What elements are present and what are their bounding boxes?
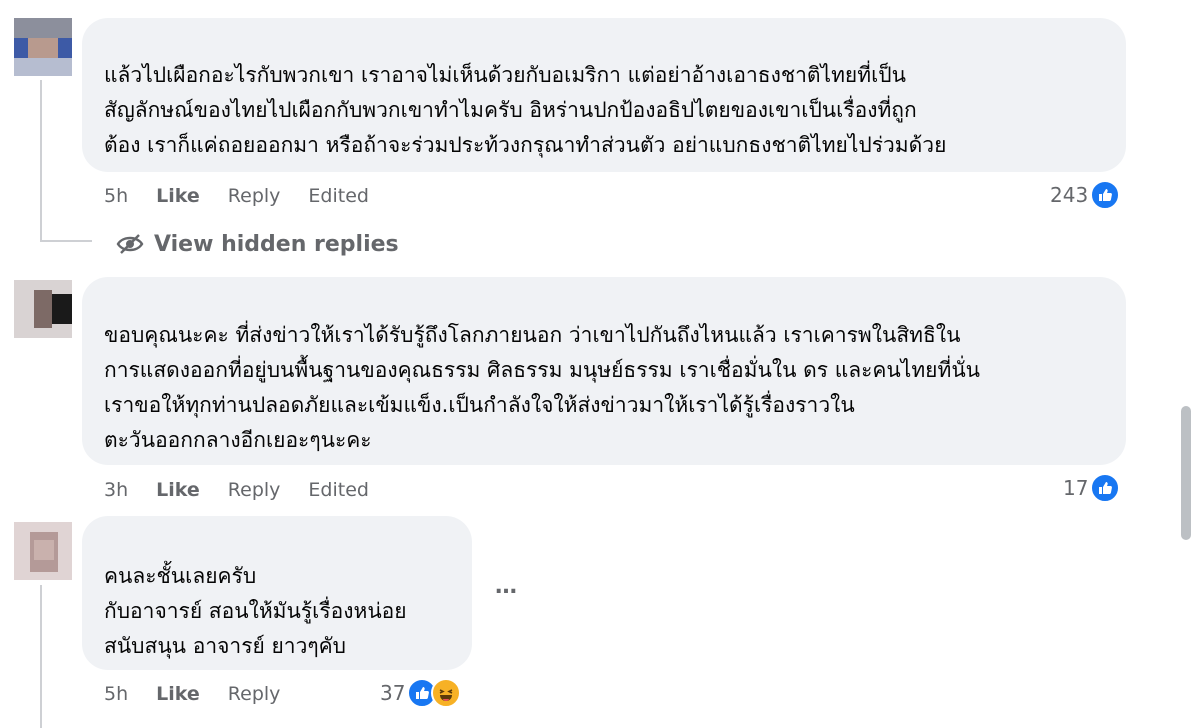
reaction-summary[interactable]: 17 [1063,472,1121,504]
like-button[interactable]: Like [156,683,200,705]
reply-button[interactable]: Reply [228,185,281,207]
reaction-count: 37 [380,681,406,705]
avatar[interactable] [14,280,72,338]
avatar[interactable] [14,18,72,76]
like-icon [1090,473,1121,503]
scrollbar[interactable] [1181,406,1191,540]
timestamp[interactable]: 5h [104,185,128,207]
reply-button[interactable]: Reply [228,479,281,501]
comment-text-line: สัญลักษณ์ของไทยไปเผือกกับพวกเขาทำไมครับ … [104,98,917,122]
reaction-summary[interactable]: 37 [380,677,462,709]
comment-text-line: ขอบคุณนะคะ ที่ส่งข่าวให้เราได้รับรู้ถึงโ… [104,323,961,347]
thread-line [40,240,92,242]
haha-icon [431,678,462,708]
view-hidden-replies-button[interactable]: View hidden replies [116,226,399,262]
reply-button[interactable]: Reply [228,683,281,705]
comment-actions: 5h Like Reply [104,680,308,708]
comment-actions: 3h Like Reply Edited [104,476,397,504]
edited-label[interactable]: Edited [308,479,369,501]
eye-hidden-icon [116,234,144,254]
comment-text-line: ตะวันออกกลางอีกเยอะๆนะคะ [104,428,372,452]
edited-label[interactable]: Edited [308,185,369,207]
comment-text-line: การแสดงออกที่อยู่บนพื้นฐานของคุณธรรม ศิล… [104,358,981,382]
comment-bubble: ขอบคุณนะคะ ที่ส่งข่าวให้เราได้รับรู้ถึงโ… [82,277,1126,465]
more-options-button[interactable]: … [490,576,522,605]
comment-actions: 5h Like Reply Edited [104,182,397,210]
thread-line [40,80,42,240]
timestamp[interactable]: 5h [104,683,128,705]
comment-bubble: แล้วไปเผือกอะไรกับพวกเขา เราอาจไม่เห็นด้… [82,18,1126,172]
comment-bubble: คนละชั้นเลยครับ กับอาจารย์ สอนให้มันรู้เ… [82,516,472,670]
timestamp[interactable]: 3h [104,479,128,501]
like-button[interactable]: Like [156,479,200,501]
comment-text-line: คนละชั้นเลยครับ [104,564,257,588]
reaction-count: 17 [1063,476,1089,500]
like-icon [1090,180,1121,210]
view-hidden-replies-label: View hidden replies [154,231,399,257]
comment-text-line: ต้อง เราก็แค่ถอยออกมา หรือถ้าจะร่วมประท้… [104,133,947,157]
thread-line [40,585,42,728]
comment-text-line: กับอาจารย์ สอนให้มันรู้เรื่องหน่อย [104,599,407,623]
comment-text-line: เราขอให้ทุกท่านปลอดภัยและเข้มแข็ง.เป็นกำ… [104,393,855,417]
comment-text-line: แล้วไปเผือกอะไรกับพวกเขา เราอาจไม่เห็นด้… [104,63,906,87]
comment-text-line: สนับสนุน อาจารย์ ยาวๆคับ [104,634,347,658]
like-button[interactable]: Like [156,185,200,207]
reaction-summary[interactable]: 243 [1050,179,1121,211]
avatar[interactable] [14,522,72,580]
reaction-count: 243 [1050,183,1089,207]
